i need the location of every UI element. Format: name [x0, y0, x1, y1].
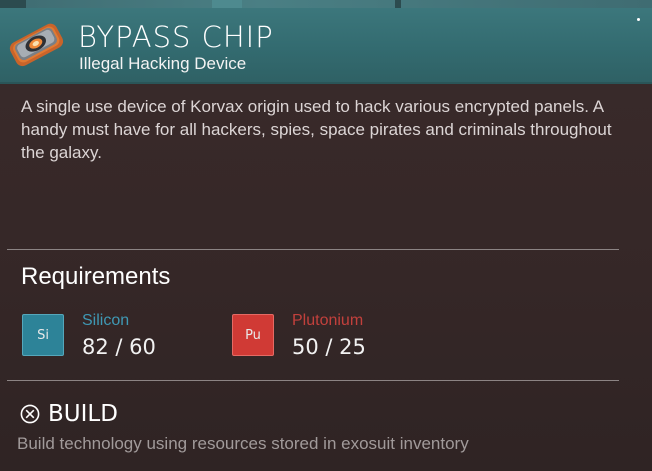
resource-amount: 50 / 25 — [292, 335, 366, 359]
resource-symbol: Pu — [245, 327, 261, 343]
build-description: Build technology using resources stored … — [17, 434, 469, 453]
resource-name: Plutonium — [292, 312, 364, 329]
corner-marker — [637, 18, 640, 21]
item-info-panel: BYPASS CHIP Illegal Hacking Device A sin… — [0, 0, 652, 471]
resource-amount: 82 / 60 — [82, 335, 156, 359]
resource-symbol: Si — [37, 327, 49, 343]
bypass-chip-icon — [9, 23, 64, 67]
item-title: BYPASS CHIP — [78, 20, 274, 54]
resource-name: Silicon — [82, 312, 130, 329]
item-header: BYPASS CHIP Illegal Hacking Device — [0, 8, 652, 84]
cross-circle-icon — [20, 404, 40, 424]
item-description: A single use device of Korvax origin use… — [21, 97, 612, 162]
divider — [7, 249, 619, 250]
divider — [7, 380, 619, 381]
build-label: BUILD — [48, 401, 118, 427]
resource-silicon[interactable]: Si Silicon 82 / 60 — [22, 312, 202, 362]
requirements-heading: Requirements — [21, 263, 171, 290]
item-subtitle: Illegal Hacking Device — [79, 54, 247, 73]
resource-plutonium[interactable]: Pu Plutonium 50 / 25 — [232, 312, 422, 362]
plutonium-element-icon: Pu — [232, 314, 274, 356]
silicon-element-icon: Si — [22, 314, 64, 356]
